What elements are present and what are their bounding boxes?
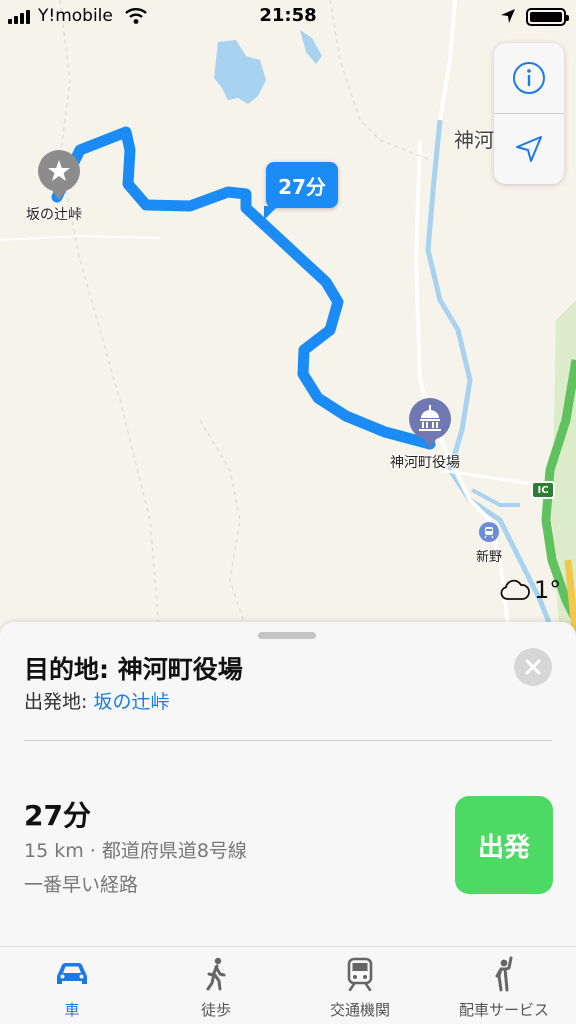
star-icon	[38, 150, 80, 200]
station-label: 新野	[476, 550, 503, 565]
lake	[300, 30, 322, 64]
government-building-icon	[409, 398, 451, 448]
route-eta-bubble[interactable]: 27分	[264, 162, 338, 220]
tab-car[interactable]: 車	[0, 947, 144, 1024]
weather-widget: 1°	[500, 576, 561, 604]
destination-pin[interactable]	[407, 396, 453, 454]
tab-walking[interactable]: 徒歩	[144, 947, 288, 1024]
map-base-layer	[0, 0, 576, 640]
cloud-icon	[500, 579, 530, 600]
tab-label: 車	[64, 1001, 80, 1019]
tab-label: 徒歩	[200, 1001, 231, 1019]
start-label: 坂の辻峠	[26, 207, 82, 223]
close-button[interactable]	[514, 648, 552, 686]
temperature: 1°	[534, 576, 562, 604]
road	[0, 234, 161, 241]
close-icon	[525, 659, 541, 675]
route-note: 一番早い経路	[24, 874, 139, 896]
walking-icon	[206, 957, 226, 991]
info-icon	[513, 62, 545, 94]
boundary	[59, 0, 161, 640]
map-view[interactable]: 神河 坂の辻峠 神河町役場 IC 新野 27分 1° Y!mobile 21:5…	[0, 0, 576, 640]
tab-transit[interactable]: 交通機関	[288, 947, 432, 1024]
tab-ride-hailing[interactable]: 配車サービス	[432, 947, 576, 1024]
river	[471, 488, 520, 507]
transport-tab-bar: 車 徒歩 交通機関 配車サービス	[0, 946, 576, 1024]
status-bar: Y!mobile 21:58	[0, 0, 576, 34]
boundary	[199, 419, 251, 640]
go-button[interactable]: 出発	[455, 796, 553, 894]
map-controls	[494, 43, 564, 184]
tab-label: 配車サービス	[458, 1001, 549, 1019]
lake	[214, 40, 266, 104]
train-station-icon[interactable]	[479, 522, 499, 542]
origin-label: 出発地:	[24, 691, 94, 713]
route-duration: 27分	[24, 799, 91, 832]
location-services-icon	[501, 9, 515, 23]
sheet-divider	[24, 740, 552, 741]
destination-title: 目的地: 神河町役場	[24, 655, 243, 684]
ride-hailing-icon	[495, 956, 513, 992]
route-line	[51, 126, 436, 450]
map-info-button[interactable]	[494, 43, 564, 113]
location-arrow-icon	[516, 136, 542, 162]
battery-icon	[526, 8, 569, 26]
clock: 21:58	[259, 5, 317, 26]
interchange-badge: IC	[531, 481, 555, 499]
destination-label: 神河町役場	[390, 455, 460, 471]
start-pin[interactable]	[36, 148, 82, 206]
car-icon	[57, 963, 87, 984]
sheet-grabber[interactable]	[258, 632, 316, 639]
origin-line: 出発地: 坂の辻峠	[24, 687, 169, 714]
tab-label: 交通機関	[329, 1001, 390, 1019]
town-label: 神河	[454, 128, 494, 152]
origin-link[interactable]: 坂の辻峠	[93, 691, 169, 713]
route-distance-road: 15 km · 都道府県道8号線	[24, 840, 247, 862]
current-location-button[interactable]	[494, 114, 564, 184]
train-icon	[347, 957, 373, 991]
